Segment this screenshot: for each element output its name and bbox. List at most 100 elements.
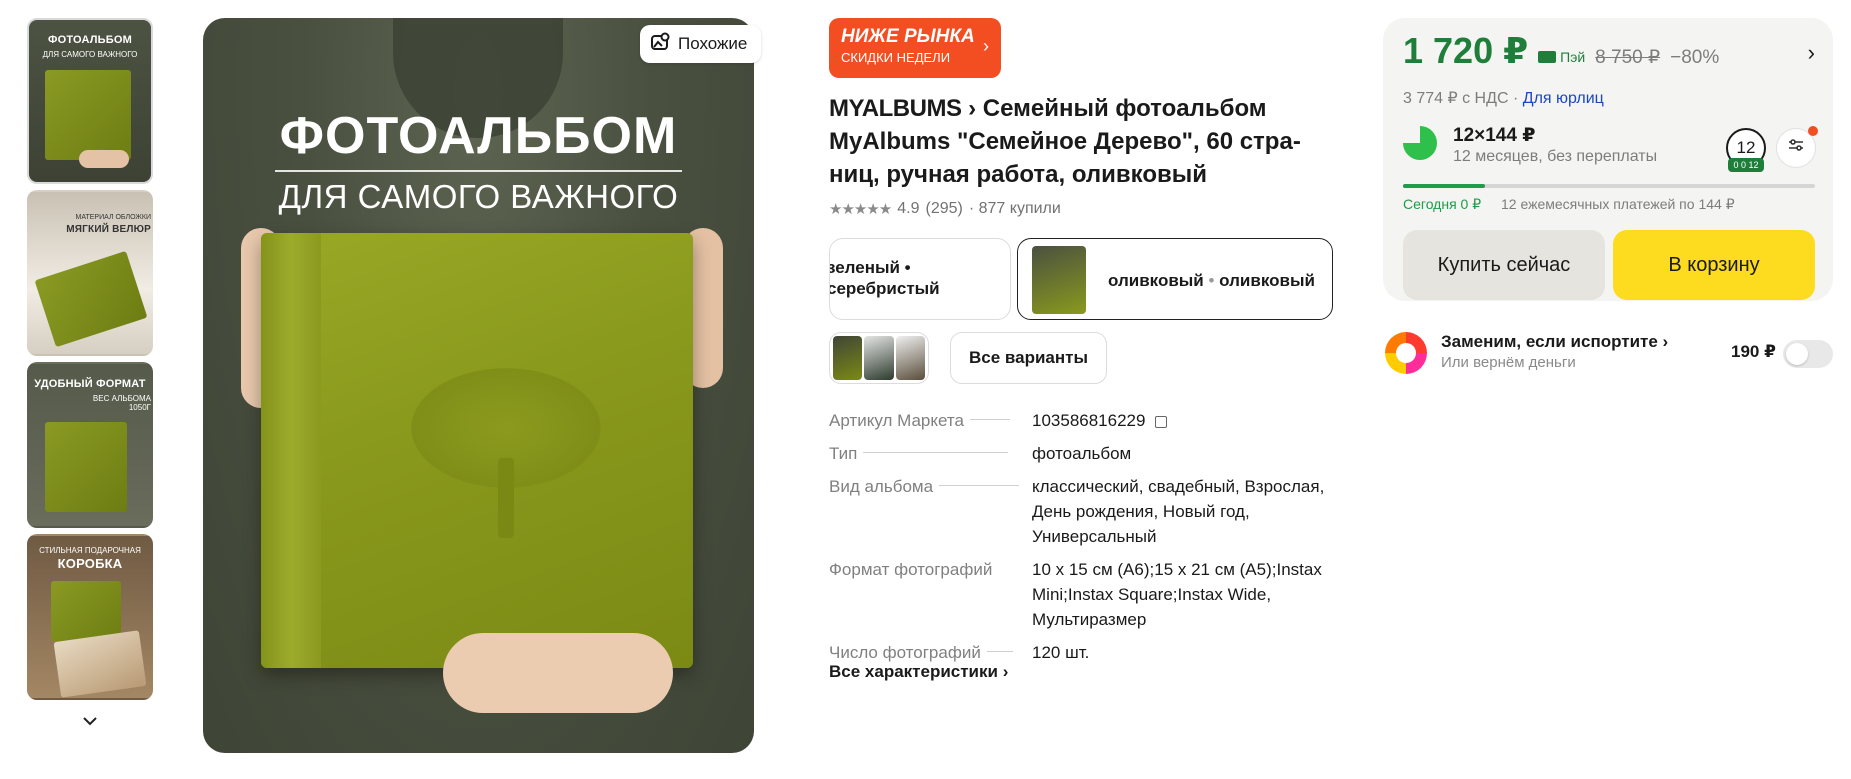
add-to-cart-button[interactable]: В корзину: [1613, 230, 1815, 300]
chevron-right-icon[interactable]: ›: [1808, 40, 1815, 66]
thumbnail-subtitle: ВЕС АЛЬБОМА 1050г: [92, 394, 151, 412]
insurance-subtitle: Или вернём деньги: [1441, 354, 1576, 371]
image-search-icon: [650, 32, 672, 57]
spec-key: Артикул Маркета: [829, 408, 1032, 433]
nds-row: 3 774 ₽ с НДС · Для юрлиц: [1403, 90, 1604, 107]
mini-thumb-3: [895, 336, 925, 380]
variant-thumbnail: [1032, 246, 1086, 314]
variant-color: оливковый: [1108, 271, 1204, 290]
thumbnail-title: УДОБНЫЙ ФОРМАТ: [34, 378, 146, 390]
rating-row[interactable]: ★★★★★ 4.9 (295) · 877 купили: [829, 200, 1061, 218]
pay-badge: Пэй: [1538, 49, 1585, 65]
progress-fill: [1403, 184, 1486, 188]
promo-subtitle: СКИДКИ НЕДЕЛИ: [841, 50, 951, 65]
installment-progress: [1403, 184, 1815, 188]
split-logo-icon: [1403, 126, 1437, 160]
card-icon: [1538, 51, 1557, 63]
variant-color-2: оливковый: [1219, 271, 1315, 290]
chevron-down-icon[interactable]: [80, 710, 100, 731]
chevron-right-icon: ›: [1002, 662, 1009, 681]
promo-badge[interactable]: НИЖЕ РЫНКА СКИДКИ НЕДЕЛИ ›: [829, 18, 1001, 78]
all-characteristics-label: Все характеристики: [829, 662, 998, 681]
image-subtitle: ДЛЯ САМОГО ВАЖНОГО: [278, 178, 679, 215]
specs-list: Артикул Маркета 103586816229 Тип фотоаль…: [829, 408, 1349, 673]
thumbnail-4[interactable]: СТИЛЬНАЯ ПОДАРОЧНАЯ КОРОБКА: [27, 534, 153, 700]
price-row: 1 720 ₽ Пэй 8 750 ₽ −80%: [1403, 30, 1719, 72]
spec-value: 103586816229: [1032, 408, 1332, 433]
thumbnail-hand: [79, 150, 129, 168]
thumbnail-title: КОРОБКА: [57, 556, 123, 571]
thumbnail-album: [45, 70, 131, 160]
months-tag: 0 0 12: [1728, 158, 1764, 172]
similar-label: Похожие: [678, 34, 748, 53]
similar-button[interactable]: Похожие: [640, 25, 762, 63]
old-price: 8 750 ₽: [1595, 47, 1661, 68]
album-spine: [261, 233, 321, 668]
tree-trunk: [498, 458, 514, 538]
variant-label: оливковый • оливковый: [1108, 270, 1315, 291]
main-product-image[interactable]: ФОТОАЛЬБОМ ДЛЯ САМОГО ВАЖНОГО: [203, 18, 754, 753]
thumbnail-title: МЯГКИЙ ВЕЛЮР: [66, 224, 151, 235]
notification-dot: [1808, 126, 1818, 136]
insurance-row: Заменим, если испортите › Или вернём ден…: [1385, 330, 1835, 376]
thumbnail-title: ФОТОАЛЬБОМ: [47, 34, 132, 46]
insurance-toggle[interactable]: [1783, 340, 1833, 368]
thumbnail-subtitle: СТИЛЬНАЯ ПОДАРОЧНАЯ: [39, 546, 141, 555]
current-price: 1 720 ₽: [1403, 30, 1529, 71]
chevron-right-icon: ›: [983, 36, 989, 56]
insurance-logo-icon: [1385, 332, 1427, 374]
product-title: MYALBUMS › Семейный фотоальбом MyAlbums …: [829, 92, 1339, 191]
chevron-right-icon: ›: [968, 95, 977, 122]
thumbnail-strip: ФОТОАЛЬБОМ ДЛЯ САМОГО ВАЖНОГО МАТЕРИАЛ О…: [27, 18, 153, 731]
stars-icon: ★★★★★: [829, 201, 892, 218]
variant-label: зеленый • серебристый: [829, 258, 940, 298]
brand-link[interactable]: MYALBUMS: [829, 95, 962, 122]
variant-olive[interactable]: оливковый • оливковый: [1017, 238, 1333, 320]
spec-key: Формат фотографий: [829, 560, 993, 579]
all-variants-button[interactable]: Все варианты: [950, 332, 1107, 384]
thumbnail-subtitle: МАТЕРИАЛ ОБЛОЖКИ: [75, 214, 151, 221]
thumbnail-1[interactable]: ФОТОАЛЬБОМ ДЛЯ САМОГО ВАЖНОГО: [27, 18, 153, 184]
rating-value: 4.9: [897, 200, 920, 217]
spec-row: Вид альбома классический, свадебный, Взр…: [829, 474, 1349, 549]
spec-key: Тип: [829, 441, 1032, 466]
mini-thumb-2: [864, 336, 894, 380]
spec-value: классический, свадебный, Взрослая, День …: [1032, 477, 1325, 546]
buy-now-button[interactable]: Купить сейчас: [1403, 230, 1605, 300]
spec-row: Тип фотоальбом: [829, 441, 1349, 466]
spec-value: фотоальбом: [1032, 444, 1132, 463]
discount-percent: −80%: [1670, 47, 1720, 68]
spec-row: Артикул Маркета 103586816229: [829, 408, 1349, 433]
spec-value: 10 x 15 см (А6);15 x 21 см (А5);Instax M…: [1032, 560, 1322, 629]
thumbnail-3[interactable]: УДОБНЫЙ ФОРМАТ ВЕС АЛЬБОМА 1050г: [27, 362, 153, 528]
image-title: ФОТОАЛЬБОМ: [279, 107, 678, 165]
spec-value: 120 шт.: [1032, 643, 1090, 662]
separator-dot: •: [1208, 271, 1215, 290]
pay-today: Сегодня 0 ₽: [1403, 196, 1482, 212]
insurance-title[interactable]: Заменим, если испортите ›: [1441, 332, 1668, 352]
mini-thumb-1: [833, 336, 863, 380]
spec-key: Вид альбома: [829, 474, 1032, 549]
thumbnail-album: [45, 422, 127, 512]
split-amount: 12×144 ₽: [1453, 125, 1536, 146]
thumbnail-album: [34, 250, 148, 348]
thumbnail-subtitle: ДЛЯ САМОГО ВАЖНОГО: [42, 50, 138, 59]
buy-card: 1 720 ₽ Пэй 8 750 ₽ −80% › 3 774 ₽ с НДС…: [1383, 18, 1833, 301]
thumbnail-box: [53, 630, 147, 698]
variant-mini-thumbnails[interactable]: [829, 332, 929, 384]
spec-row: Формат фотографий 10 x 15 см (А6);15 x 2…: [829, 557, 1349, 632]
thumbnail-2[interactable]: МАТЕРИАЛ ОБЛОЖКИ МЯГКИЙ ВЕЛЮР: [27, 190, 153, 356]
bottom-hand: [443, 633, 673, 713]
bought-count: · 877 купили: [968, 200, 1061, 217]
promo-title: НИЖЕ РЫНКА: [841, 26, 975, 47]
variant-green-silver[interactable]: зеленый • серебристый: [829, 238, 1011, 320]
all-characteristics-link[interactable]: Все характеристики ›: [829, 662, 1008, 682]
insurance-price: 190 ₽: [1731, 342, 1776, 361]
monthly-payments: 12 ежемесячных платежей по 144 ₽: [1501, 196, 1735, 212]
copy-icon[interactable]: [1155, 415, 1168, 428]
split-terms: 12 месяцев, без переплаты: [1453, 148, 1658, 165]
reviews-count: (295): [925, 200, 963, 217]
thumbnail-album: [51, 581, 121, 641]
legal-entities-link[interactable]: Для юрлиц: [1523, 90, 1604, 107]
image-divider: [275, 170, 682, 172]
